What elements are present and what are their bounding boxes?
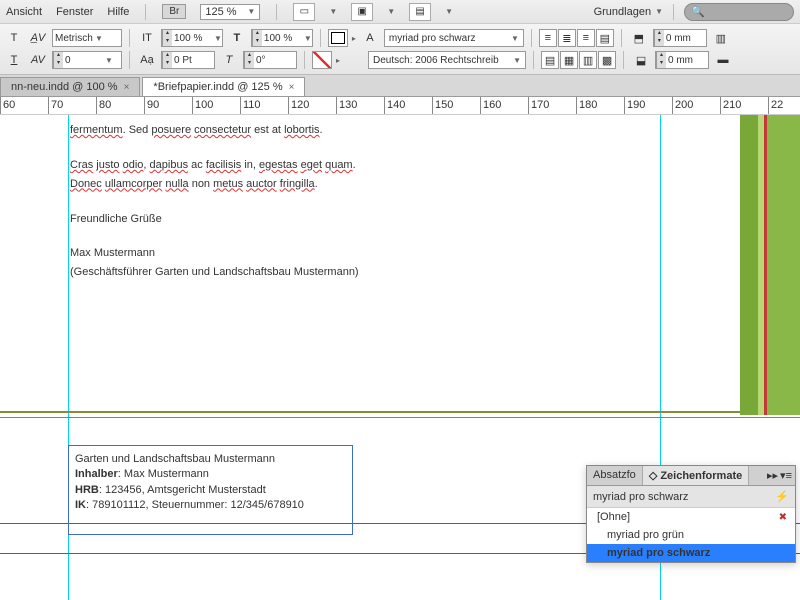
menu-ansicht[interactable]: Ansicht	[6, 6, 42, 18]
chevron-down-icon[interactable]: ▼	[387, 7, 395, 16]
color-bar	[740, 115, 800, 415]
lang-icon	[344, 51, 364, 69]
bridge-button[interactable]: Br	[162, 4, 186, 19]
menubar: Ansicht Fenster Hilfe Br ▼ ▭ ▼ ▣ ▼ ▤ ▼ Grun…	[0, 0, 800, 24]
close-icon[interactable]: ×	[289, 82, 295, 93]
arrange-icon[interactable]: ▤	[409, 3, 431, 21]
menu-hilfe[interactable]: Hilfe	[107, 6, 129, 18]
tracking-icon[interactable]: AV	[28, 51, 48, 69]
separator	[673, 4, 674, 20]
baseline-icon[interactable]: Aạ	[137, 51, 157, 69]
zoom-input[interactable]	[205, 6, 245, 18]
chevron-down-icon[interactable]: ▼	[247, 7, 255, 16]
inset-bottom-icon[interactable]: ⬓	[631, 51, 651, 69]
kerning-dropdown[interactable]: ▼	[52, 29, 122, 47]
panel-tab-character[interactable]: ◇ Zeichenformate	[643, 466, 749, 485]
style-item[interactable]: myriad pro grün	[587, 526, 795, 544]
clear-override-icon[interactable]: ✖	[779, 512, 787, 523]
align-right-button[interactable]: ≡	[577, 29, 595, 47]
style-list: [Ohne]✖ myriad pro grün myriad pro schwa…	[587, 508, 795, 562]
chevron-right-icon: ▸	[336, 56, 340, 65]
character-styles-panel[interactable]: Absatzfo ◇ Zeichenformate ▸▸ ▾≡ myriad p…	[586, 465, 796, 563]
align-group: ≡ ≣ ≡ ▤	[539, 29, 614, 47]
language-dropdown[interactable]: ▼	[368, 51, 526, 69]
stroke-none-swatch[interactable]	[312, 51, 332, 69]
control-toolbar: T A̲V ▼ IT ▴▾▼ T ▴▾▼ ▸ A ▼ ≡ ≣ ≡ ▤ ⬒ ▴▾ …	[0, 24, 800, 75]
baseline-input[interactable]: ▴▾	[161, 51, 215, 69]
kerning-icon[interactable]: A̲V	[28, 29, 48, 47]
separator	[276, 4, 277, 20]
justify-full-button[interactable]: ▩	[598, 51, 616, 69]
footer-text-frame[interactable]: Garten und Landschaftsbau Mustermann Inh…	[68, 445, 353, 535]
hscale-icon[interactable]: T	[227, 29, 247, 47]
document-canvas[interactable]: fermentum. Sed posuere consectetur est a…	[0, 115, 800, 600]
current-style-dropdown[interactable]: myriad pro schwarz⚡	[587, 486, 795, 508]
justify-left-button[interactable]: ▤	[541, 51, 559, 69]
panel-tab-paragraph[interactable]: Absatzfo	[587, 466, 643, 485]
document-tab[interactable]: nn-neu.indd @ 100 %×	[0, 77, 140, 96]
flash-icon: ⚡	[775, 490, 789, 503]
separator	[145, 4, 146, 20]
screen-mode-icon[interactable]: ▣	[351, 3, 373, 21]
guide-horizontal[interactable]	[0, 417, 800, 418]
justify-group: ▤ ▦ ▥ ▩	[541, 51, 616, 69]
body-text[interactable]: fermentum. Sed posuere consectetur est a…	[70, 123, 660, 284]
hscale-input[interactable]: ▴▾▼	[251, 29, 313, 47]
char-format-icon[interactable]: T	[4, 29, 24, 47]
inset-bottom-input[interactable]: ▴▾	[655, 51, 709, 69]
style-item-none[interactable]: [Ohne]✖	[587, 508, 795, 526]
tracking-input[interactable]: ▴▾▼	[52, 51, 122, 69]
char-style-dropdown[interactable]: ▼	[384, 29, 524, 47]
footer-company: Garten und Landschaftsbau Mustermann	[75, 452, 346, 467]
chevron-right-icon: ▸	[352, 34, 356, 43]
columns-icon[interactable]: ▥	[711, 29, 731, 47]
skew-icon[interactable]: T	[219, 51, 239, 69]
align-center-button[interactable]: ≣	[558, 29, 576, 47]
search-input[interactable]: 🔍	[684, 3, 794, 21]
chevron-down-icon[interactable]: ▼	[329, 7, 337, 16]
zoom-control[interactable]: ▼	[200, 4, 260, 20]
inset-top-input[interactable]: ▴▾	[653, 29, 707, 47]
document-tabs: nn-neu.indd @ 100 %× *Briefpapier.indd @…	[0, 75, 800, 97]
view-mode-icon[interactable]: ▭	[293, 3, 315, 21]
char-style-icon[interactable]: A	[360, 29, 380, 47]
inset-top-icon[interactable]: ⬒	[629, 29, 649, 47]
justify-center-button[interactable]: ▦	[560, 51, 578, 69]
justify-button[interactable]: ▤	[596, 29, 614, 47]
skew-input[interactable]: ▴▾	[243, 51, 297, 69]
workspace-dropdown[interactable]: Grundlagen▼	[594, 6, 663, 18]
panel-expand-icon[interactable]: ▸▸	[767, 469, 778, 482]
align-left-button[interactable]: ≡	[539, 29, 557, 47]
chevron-down-icon: ▼	[655, 7, 663, 16]
chevron-down-icon[interactable]: ▼	[445, 7, 453, 16]
search-icon: 🔍	[691, 5, 705, 18]
document-tab[interactable]: *Briefpapier.indd @ 125 %×	[142, 77, 305, 96]
vscale-input[interactable]: ▴▾▼	[161, 29, 223, 47]
panel-menu-icon[interactable]: ▾≡	[780, 469, 792, 482]
horizontal-ruler[interactable]: 6070809010011012013014015016017018019020…	[0, 97, 800, 115]
style-item-selected[interactable]: myriad pro schwarz	[587, 544, 795, 562]
vscale-icon[interactable]: IT	[137, 29, 157, 47]
guide-horizontal[interactable]	[0, 411, 800, 413]
fill-swatch[interactable]	[328, 29, 348, 47]
justify-right-button[interactable]: ▥	[579, 51, 597, 69]
close-icon[interactable]: ×	[124, 82, 130, 93]
gutter-icon[interactable]: ▬	[713, 51, 733, 69]
para-format-icon[interactable]: T	[4, 51, 24, 69]
menu-fenster[interactable]: Fenster	[56, 6, 93, 18]
